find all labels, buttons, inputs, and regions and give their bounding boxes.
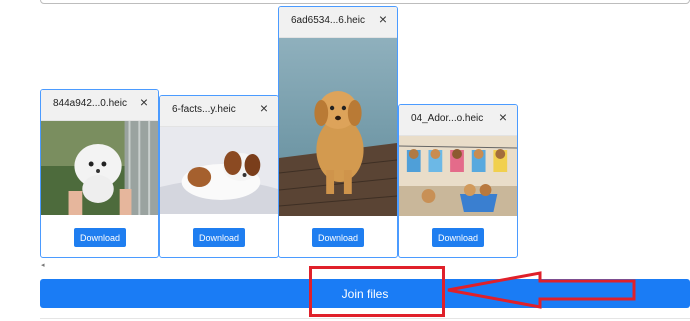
file-thumbnail <box>160 127 278 214</box>
file-card: 6-facts...y.heic × Download <box>159 95 279 258</box>
file-card: 6ad6534...6.heic × Download <box>278 6 398 258</box>
upload-dropzone-frame <box>40 0 690 4</box>
close-icon[interactable]: × <box>379 12 387 26</box>
close-icon[interactable]: × <box>260 101 268 115</box>
file-card-header: 04_Ador...o.heic × <box>399 105 517 136</box>
file-thumbnail <box>399 136 517 216</box>
download-button[interactable]: Download <box>193 228 245 247</box>
file-name: 04_Ador...o.heic <box>411 113 484 124</box>
file-name: 6-facts...y.heic <box>172 104 236 115</box>
download-button[interactable]: Download <box>312 228 364 247</box>
file-name: 6ad6534...6.heic <box>291 15 365 26</box>
join-files-button[interactable]: Join files <box>40 279 690 308</box>
file-card: 844a942...0.heic × Download <box>40 89 159 258</box>
download-button[interactable]: Download <box>432 228 484 247</box>
file-card-header: 6ad6534...6.heic × <box>279 7 397 38</box>
file-thumbnail <box>41 121 158 215</box>
file-card-header: 6-facts...y.heic × <box>160 96 278 127</box>
close-icon[interactable]: × <box>140 95 148 109</box>
divider <box>40 318 690 319</box>
close-icon[interactable]: × <box>499 110 507 124</box>
scrollbar-left-arrow[interactable]: ◂ <box>41 261 45 269</box>
file-name: 844a942...0.heic <box>53 98 127 109</box>
file-card: 04_Ador...o.heic × Download <box>398 104 518 258</box>
download-button[interactable]: Download <box>74 228 126 247</box>
file-card-header: 844a942...0.heic × <box>41 90 158 121</box>
file-thumbnail <box>279 38 397 216</box>
